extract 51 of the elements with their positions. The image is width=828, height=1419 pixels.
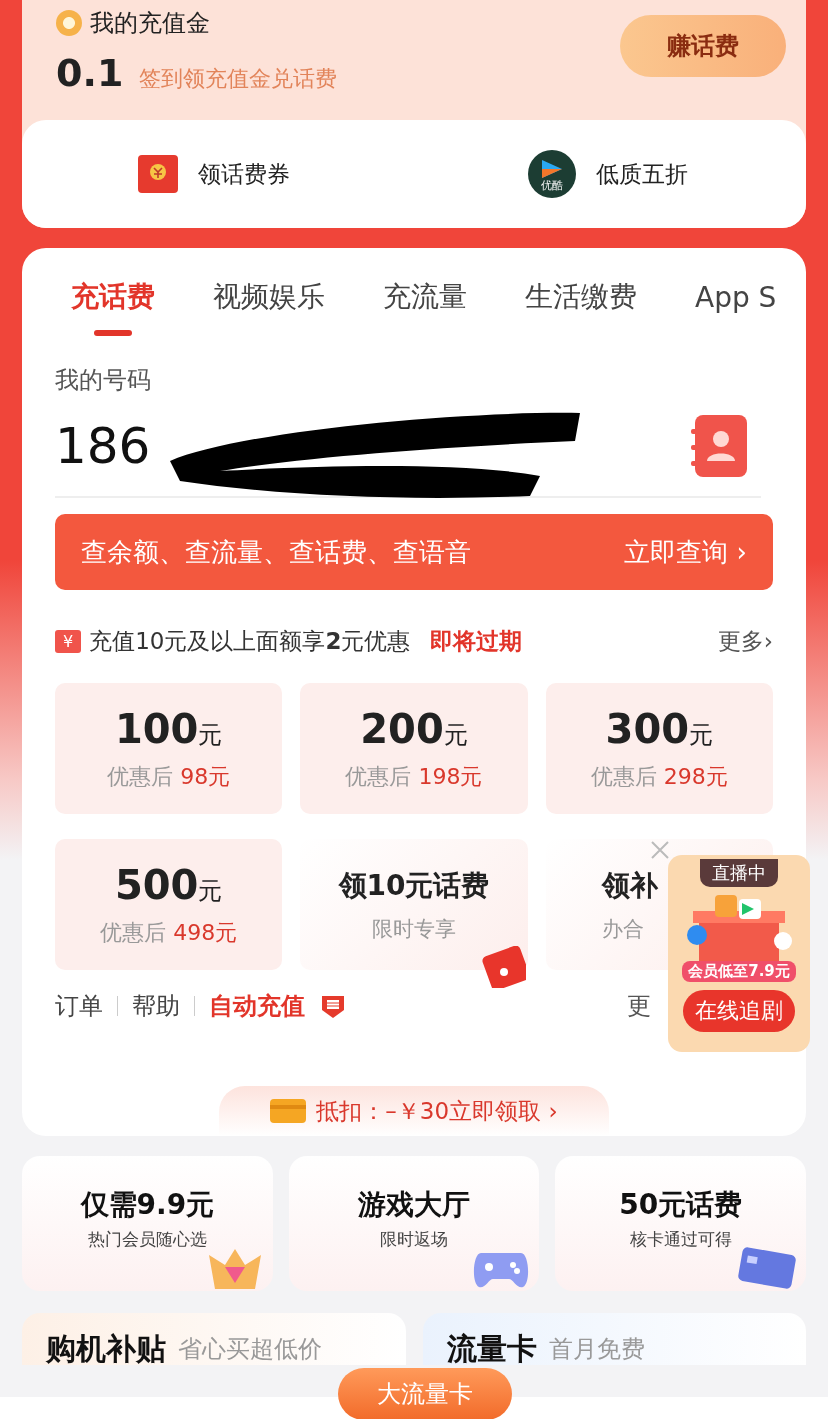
card-icon (270, 1099, 307, 1123)
video-app-icon: 优酷 (528, 150, 576, 198)
feature-subtitle: 热门会员随心选 (87, 1228, 207, 1251)
shortcut-label[interactable]: 领话费券 (198, 158, 290, 190)
feature-card[interactable]: 仅需9.9元 热门会员随心选 (22, 1156, 273, 1291)
feature-subtitle: 核卡通过可得 (629, 1228, 732, 1251)
tab[interactable]: 充流量 (383, 270, 467, 336)
expiry-label: 即将过期 (430, 627, 523, 656)
shortcut-label[interactable]: 低质五折 (596, 158, 688, 190)
ad-caption: 会员低至7.9元 (682, 961, 796, 982)
deduction-text: 抵扣：–￥30立即领取 › (316, 1096, 558, 1126)
feature-subtitle: 限时返场 (380, 1228, 448, 1251)
envelope-icon (138, 155, 178, 193)
wallet-amount: 0.1 (56, 51, 124, 95)
promo-banner[interactable]: 购机补贴 省心买超低价 (22, 1313, 406, 1365)
banner-subtitle: 首月免费 (548, 1334, 645, 1365)
star-coin-icon (56, 10, 82, 36)
tab[interactable]: 生活缴费 (525, 270, 637, 336)
earn-button[interactable]: 赚话费 (620, 15, 786, 77)
more-link[interactable]: 更多› (717, 626, 773, 657)
wallet-title: 我的充值金 (90, 8, 210, 39)
amount-option[interactable]: 300元 优惠后 298元 (545, 683, 773, 814)
more-link[interactable]: 更 (627, 990, 651, 1022)
tab[interactable]: 视频娱乐 (213, 270, 325, 336)
live-stream-ad[interactable]: 直播中 会员低至7.9元 在线追剧 (668, 855, 810, 1052)
tab[interactable]: 充话费 (71, 270, 155, 336)
phone-label: 我的号码 (55, 365, 152, 396)
contacts-icon[interactable] (691, 415, 747, 477)
promo-banner[interactable]: 流量卡 首月免费 (422, 1313, 806, 1365)
coupon-ticket-icon: ¥ (55, 630, 82, 653)
footer-link[interactable]: 帮助 (132, 990, 180, 1022)
footer-link[interactable]: 自动充值 (209, 990, 305, 1022)
banner-title: 流量卡 (446, 1330, 537, 1365)
close-icon[interactable] (650, 840, 670, 860)
feature-card[interactable]: 50元话费 核卡通过可得 (555, 1156, 806, 1291)
amount-option[interactable]: 100元 优惠后 98元 (55, 683, 283, 814)
promo-text: 充值10元及以上面额享2元优惠 (89, 627, 411, 656)
amount-option[interactable]: 500元 优惠后 498元 (55, 839, 283, 970)
banner-subtitle: 省心买超低价 (178, 1334, 322, 1365)
amount-option[interactable]: 200元 优惠后 198元 (300, 683, 528, 814)
banner-title: 购机补贴 (46, 1330, 166, 1365)
feature-card[interactable]: 游戏大厅 限时返场 (288, 1156, 540, 1291)
watch-button[interactable]: 在线追剧 (683, 990, 795, 1032)
phone-input[interactable]: 186 (55, 417, 151, 475)
feature-title: 仅需9.9元 (80, 1187, 215, 1223)
tab[interactable]: App S (695, 272, 777, 334)
offer-option[interactable]: 领10元话费 限时专享 (300, 839, 528, 970)
footer-link[interactable]: 订单 (55, 990, 103, 1022)
feature-title: 游戏大厅 (358, 1187, 470, 1223)
live-badge: 直播中 (700, 859, 778, 887)
feature-title: 50元话费 (619, 1187, 743, 1223)
